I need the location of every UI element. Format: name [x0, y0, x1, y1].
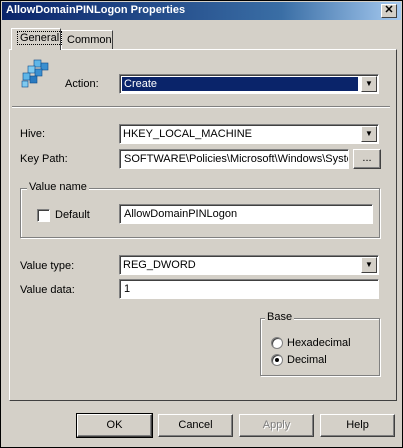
- decimal-label: Decimal: [287, 354, 327, 366]
- cancel-button[interactable]: Cancel: [158, 414, 233, 437]
- tab-common[interactable]: Common: [61, 30, 113, 50]
- base-group-label: Base: [265, 311, 295, 323]
- chevron-down-icon[interactable]: ▼: [361, 76, 377, 92]
- value-data-label: Value data:: [20, 284, 75, 296]
- hexadecimal-label: Hexadecimal: [287, 337, 351, 349]
- action-label: Action:: [65, 78, 99, 90]
- help-button[interactable]: Help: [320, 414, 395, 437]
- default-checkbox[interactable]: [37, 209, 50, 222]
- value-data-field[interactable]: 1: [119, 279, 379, 299]
- base-group: Base Hexadecimal Decimal: [260, 311, 380, 376]
- value-name-group-label: Value name: [27, 181, 89, 193]
- close-icon: ✕: [384, 4, 394, 16]
- tab-general[interactable]: General: [11, 28, 63, 50]
- tab-common-label: Common: [67, 34, 112, 46]
- chevron-down-icon[interactable]: ▼: [361, 126, 377, 142]
- registry-cubes-icon: [20, 58, 54, 90]
- value-name-field[interactable]: AllowDomainPINLogon: [119, 204, 373, 224]
- apply-button[interactable]: Apply: [239, 414, 314, 437]
- default-label: Default: [55, 209, 90, 221]
- hive-label: Hive:: [20, 128, 46, 140]
- separator: [12, 106, 390, 108]
- decimal-radio[interactable]: [271, 354, 283, 366]
- hive-dropdown[interactable]: HKEY_LOCAL_MACHINE ▼: [119, 124, 379, 144]
- chevron-down-icon[interactable]: ▼: [361, 257, 377, 273]
- key-path-label: Key Path:: [20, 153, 68, 165]
- hexadecimal-radio[interactable]: [271, 337, 283, 349]
- browse-key-path-button[interactable]: ...: [353, 149, 381, 169]
- hive-value: HKEY_LOCAL_MACHINE: [123, 128, 252, 140]
- tab-general-label: General: [17, 31, 63, 45]
- title-bar[interactable]: AllowDomainPINLogon Properties ✕: [2, 2, 401, 20]
- value-name-group: Value name Default AllowDomainPINLogon: [20, 181, 380, 238]
- general-panel: Action: Create ▼ Hive: HKEY_LOCAL_MACHIN…: [9, 49, 397, 401]
- ok-button[interactable]: OK: [76, 413, 153, 438]
- close-button[interactable]: ✕: [381, 4, 397, 18]
- action-dropdown[interactable]: Create ▼: [119, 74, 379, 94]
- action-value: Create: [122, 77, 358, 91]
- window-title: AllowDomainPINLogon Properties: [6, 4, 186, 16]
- properties-dialog: AllowDomainPINLogon Properties ✕ General…: [0, 0, 403, 448]
- value-type-dropdown[interactable]: REG_DWORD ▼: [119, 255, 379, 275]
- key-path-field[interactable]: SOFTWARE\Policies\Microsoft\Windows\Syst…: [119, 149, 349, 169]
- value-type-label: Value type:: [20, 260, 75, 272]
- value-type-value: REG_DWORD: [123, 259, 196, 271]
